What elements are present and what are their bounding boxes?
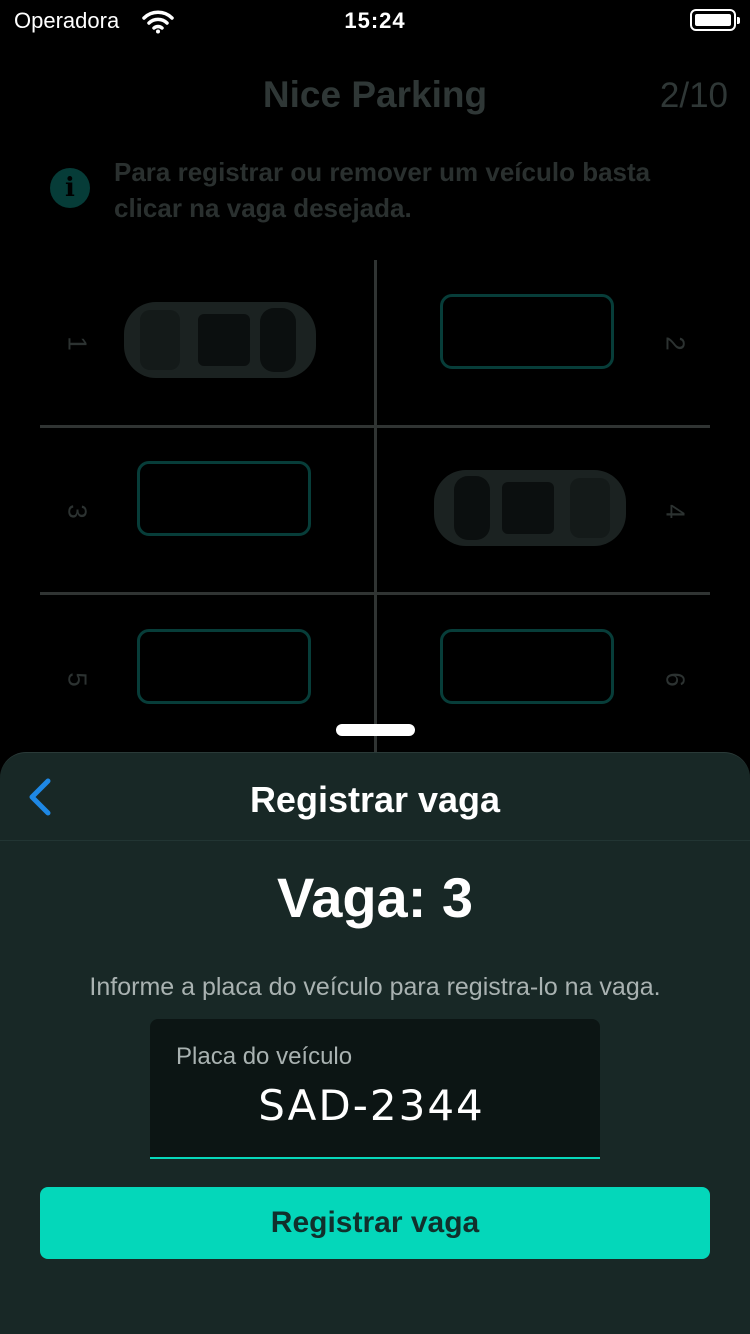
app-title: Nice Parking [262, 74, 488, 115]
slot-number-6: 6 [660, 672, 691, 687]
plate-input[interactable] [150, 1081, 593, 1130]
plate-field[interactable]: Placa do veículo [150, 1019, 600, 1159]
sheet-title: Registrar vaga [249, 779, 501, 820]
slot-3-empty[interactable] [137, 461, 311, 536]
car-slot-4[interactable] [430, 458, 630, 563]
lot-divider-vertical [374, 260, 377, 764]
info-message: Para registrar ou remover um veículo bas… [114, 157, 651, 223]
info-icon: i [50, 168, 90, 208]
slot-5-empty[interactable] [137, 629, 311, 704]
lot-divider-horizontal [40, 592, 710, 595]
slot-number-5: 5 [62, 672, 93, 687]
status-bar: Operadora 15:24 [0, 0, 750, 44]
slot-number-1: 1 [62, 336, 93, 351]
instructions-text: Informe a placa do veículo para registra… [89, 973, 661, 1001]
parking-screen-background: Nice Parking 2/10 i Para registrar ou re… [0, 44, 750, 764]
sheet-drag-handle[interactable] [336, 724, 415, 736]
slot-heading: Vaga: 3 [276, 866, 474, 929]
register-slot-button[interactable]: Registrar vaga [40, 1187, 710, 1259]
register-slot-sheet: Registrar vaga Vaga: 3 Informe a placa d… [0, 752, 750, 1334]
slot-number-3: 3 [62, 504, 93, 519]
car-slot-1[interactable] [120, 290, 320, 395]
slot-number-2: 2 [660, 336, 691, 351]
status-time: 15:24 [344, 8, 406, 33]
lot-divider-horizontal [40, 425, 710, 428]
occupancy-counter: 2/10 [659, 76, 728, 115]
slot-6-empty[interactable] [440, 629, 614, 704]
plate-field-label: Placa do veículo [176, 1043, 353, 1070]
battery-icon [690, 9, 740, 31]
sheet-header: Registrar vaga [0, 753, 750, 841]
slot-number-4: 4 [660, 504, 691, 519]
slot-2-empty[interactable] [440, 294, 614, 369]
